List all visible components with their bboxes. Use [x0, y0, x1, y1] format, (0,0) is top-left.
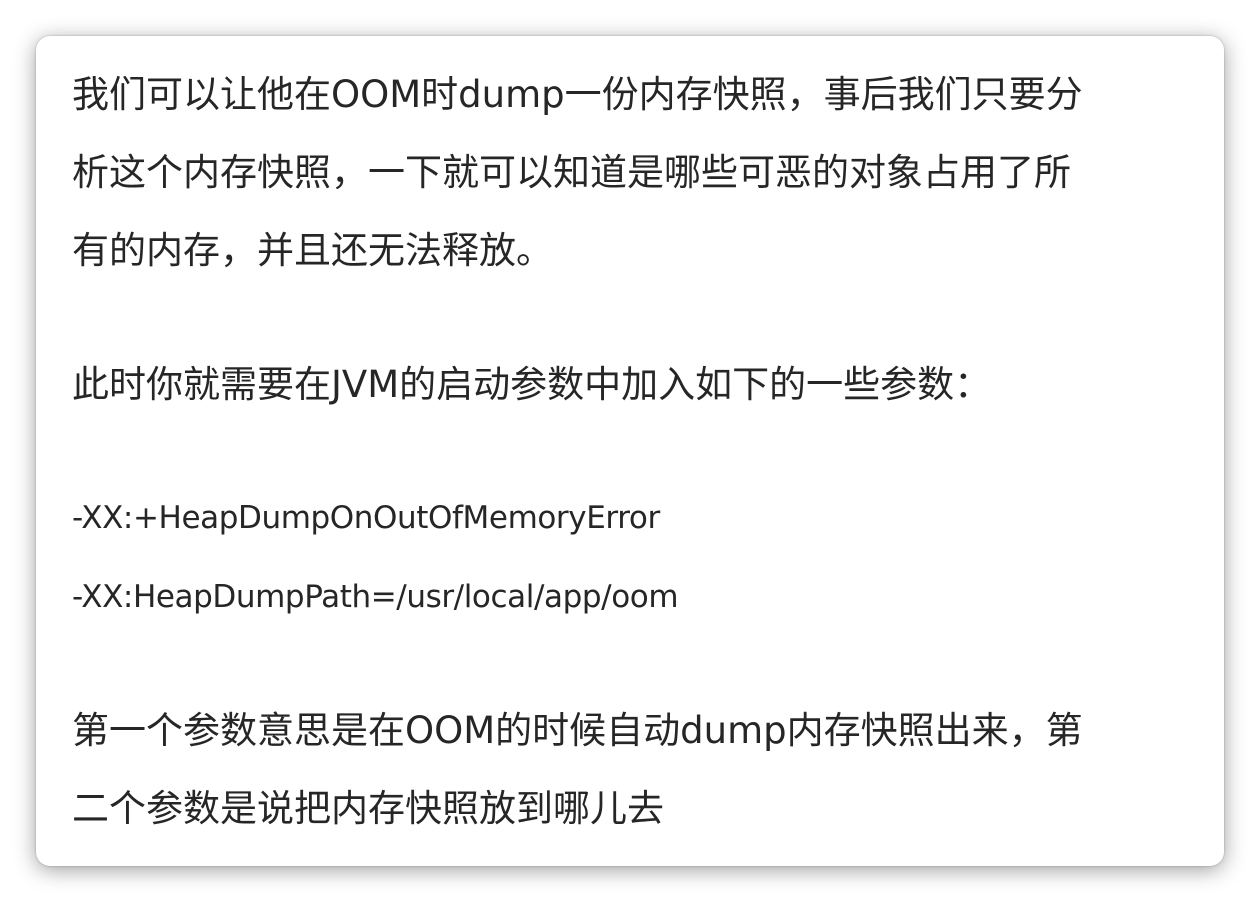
- article-card: 我们可以让他在OOM时dump一份内存快照，事后我们只要分 析这个内存快照，一下…: [36, 36, 1224, 866]
- paragraph1-line1: 我们可以让他在OOM时dump一份内存快照，事后我们只要分: [72, 73, 1083, 116]
- paragraph3-line1: 第一个参数意思是在OOM的时候自动dump内存快照出来，第: [72, 709, 1083, 752]
- jvm-param-heapdump-path: -XX:HeapDumpPath=/usr/local/app/oom: [72, 579, 679, 615]
- jvm-param-heapdump-on-oom: -XX:+HeapDumpOnOutOfMemoryError: [72, 500, 660, 536]
- paragraph1-line2: 析这个内存快照，一下就可以知道是哪些可恶的对象占用了所: [72, 151, 1071, 194]
- paragraph3-line2: 二个参数是说把内存快照放到哪儿去: [72, 787, 664, 830]
- paragraph1-line3: 有的内存，并且还无法释放。: [72, 229, 553, 272]
- paragraph2-text: 此时你就需要在JVM的启动参数中加入如下的一些参数：: [72, 363, 992, 406]
